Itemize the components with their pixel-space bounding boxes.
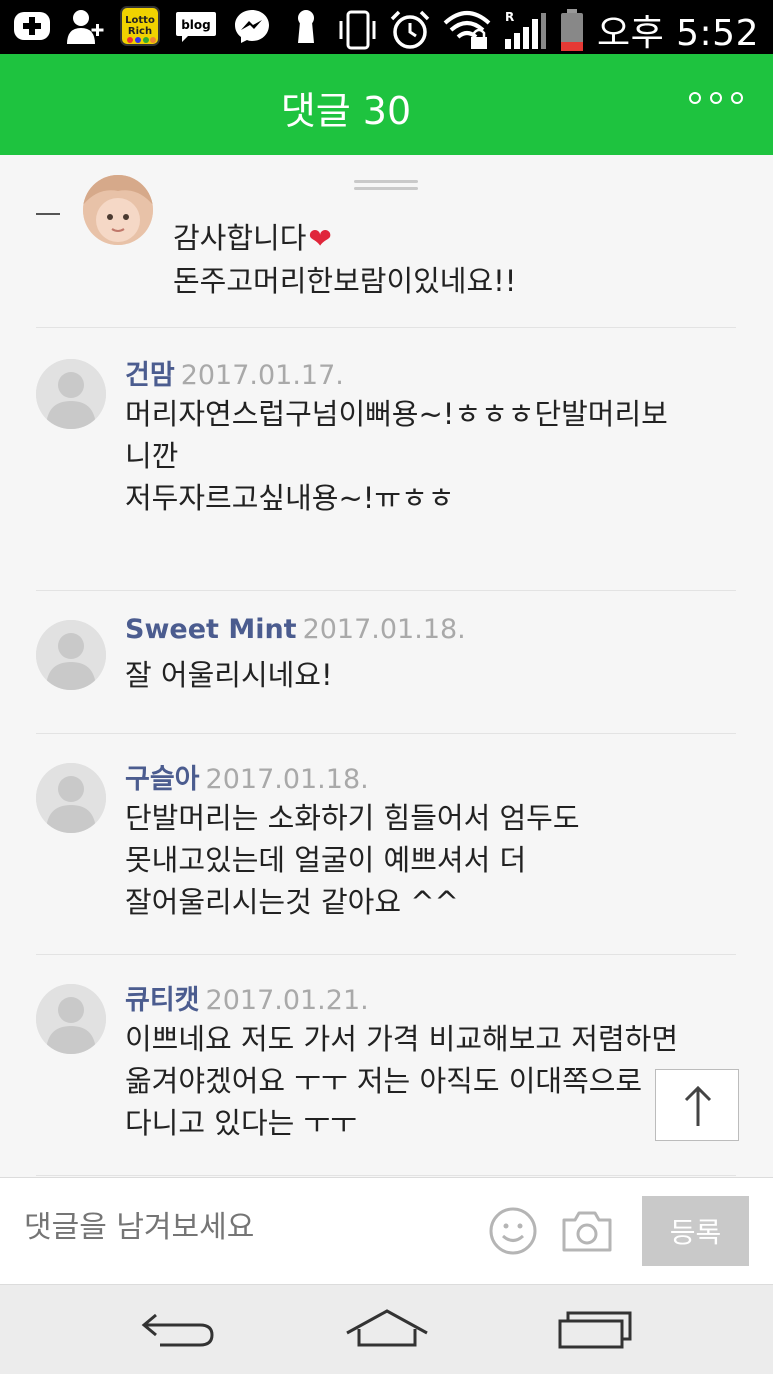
comment-date: 2017.01.18. xyxy=(302,614,466,645)
comment-author[interactable]: 구슬아 xyxy=(125,764,200,795)
comment-input[interactable] xyxy=(24,1210,464,1245)
svg-text:Lotto: Lotto xyxy=(125,15,155,26)
comment-author[interactable]: 건맘 xyxy=(125,360,175,391)
system-navigation-bar xyxy=(0,1285,773,1374)
page-title: 댓글 30 xyxy=(280,89,412,133)
collapse-mark xyxy=(36,213,60,215)
comment-author[interactable]: Sweet Mint xyxy=(125,614,297,645)
messenger-icon xyxy=(232,6,272,46)
arrow-up-icon xyxy=(684,1085,712,1126)
alarm-icon xyxy=(390,10,430,49)
comment-item: 큐티캣 2017.01.21. 이쁘네요 저도 가서 가격 비교해보고 저렴하면 … xyxy=(36,954,736,1176)
comment-author[interactable]: 큐티캣 xyxy=(125,985,200,1016)
more-options-button[interactable] xyxy=(689,92,743,104)
notification-icons: Lotto Rich blog xyxy=(12,6,326,46)
avatar[interactable] xyxy=(36,763,106,833)
comment-item: 건맘 2017.01.17. 머리자연스럽구넘이뻐용~!ㅎㅎㅎ단발머리보 니깐 저… xyxy=(36,329,736,591)
submit-button[interactable]: 등록 xyxy=(642,1196,749,1266)
comment-date: 2017.01.21. xyxy=(205,985,369,1016)
home-button[interactable] xyxy=(345,1305,429,1355)
avatar[interactable] xyxy=(36,359,106,429)
comment-text: 감사합니다❤ 돈주고머리한보람이있네요!! xyxy=(173,221,517,298)
comment-date: 2017.01.18. xyxy=(205,764,369,795)
keyhole-icon xyxy=(286,6,326,46)
comment-text: 잘 어울리시네요! xyxy=(125,658,333,692)
back-icon xyxy=(141,1313,214,1347)
avatar[interactable] xyxy=(36,620,106,690)
back-button[interactable] xyxy=(138,1305,218,1355)
smiley-icon xyxy=(489,1207,537,1255)
comment-text: 머리자연스럽구넘이뻐용~!ㅎㅎㅎ단발머리보 니깐 저두자르고싶내용~!ㅠㅎㅎ xyxy=(125,397,668,515)
comment-item: 감사합니다❤ 돈주고머리한보람이있네요!! xyxy=(36,155,736,328)
avatar[interactable] xyxy=(36,984,106,1054)
lotto-rich-app-icon: Lotto Rich xyxy=(120,6,160,46)
camera-icon xyxy=(562,1211,612,1252)
comment-date: 2017.01.17. xyxy=(180,360,344,391)
recent-apps-button[interactable] xyxy=(556,1305,636,1355)
comment-text: 단발머리는 소화하기 힘들어서 엄두도 못내고있는데 얼굴이 예쁘셔서 더 잘어… xyxy=(125,801,580,919)
default-avatar-icon xyxy=(36,763,106,833)
comment-item: Sweet Mint 2017.01.18. 잘 어울리시네요! xyxy=(36,590,736,734)
emoji-button[interactable] xyxy=(488,1206,538,1256)
blog-icon: blog xyxy=(174,6,218,46)
wifi-lock-icon xyxy=(443,11,491,49)
svg-text:Rich: Rich xyxy=(128,26,152,37)
comment-item: 구슬아 2017.01.18. 단발머리는 소화하기 힘들어서 엄두도 못내고있는… xyxy=(36,733,736,955)
svg-text:R: R xyxy=(505,10,514,24)
add-friend-icon xyxy=(66,6,106,46)
comment-meta: 큐티캣 2017.01.21. xyxy=(125,978,369,1017)
scroll-to-top-button[interactable] xyxy=(655,1069,739,1141)
status-bar: Lotto Rich blog R 오후 5:52 xyxy=(0,0,773,54)
add-icon xyxy=(12,6,52,46)
comment-meta: 건맘 2017.01.17. xyxy=(125,353,344,392)
comment-meta: 구슬아 2017.01.18. xyxy=(125,757,369,796)
dot-icon xyxy=(689,92,701,104)
battery-icon xyxy=(560,9,583,51)
home-icon xyxy=(346,1309,428,1347)
default-avatar-icon xyxy=(36,620,106,690)
vibrate-icon xyxy=(339,10,376,50)
dot-icon xyxy=(710,92,722,104)
comment-list[interactable]: 감사합니다❤ 돈주고머리한보람이있네요!! 건맘 2017.01.17. 머리자연… xyxy=(0,155,773,1177)
signal-icon: R xyxy=(504,10,546,49)
svg-text:blog: blog xyxy=(181,18,211,32)
clock: 오후 5:52 xyxy=(596,13,759,54)
default-avatar-icon xyxy=(36,984,106,1054)
comment-text: 이쁘네요 저도 가서 가격 비교해보고 저렴하면 옮겨야겠어요 ㅜㅜ 저는 아직… xyxy=(125,1022,679,1140)
camera-button[interactable] xyxy=(560,1208,614,1254)
avatar[interactable] xyxy=(83,175,153,245)
recent-apps-icon xyxy=(558,1311,632,1349)
heart-emoji-icon: ❤ xyxy=(308,222,332,255)
comment-meta: Sweet Mint 2017.01.18. xyxy=(125,614,466,645)
dot-icon xyxy=(731,92,743,104)
comments-header: 댓글 30 xyxy=(0,54,773,155)
comment-input-bar: 등록 xyxy=(0,1177,773,1285)
system-status: R 오후 5:52 xyxy=(337,4,759,56)
default-avatar-icon xyxy=(36,359,106,429)
